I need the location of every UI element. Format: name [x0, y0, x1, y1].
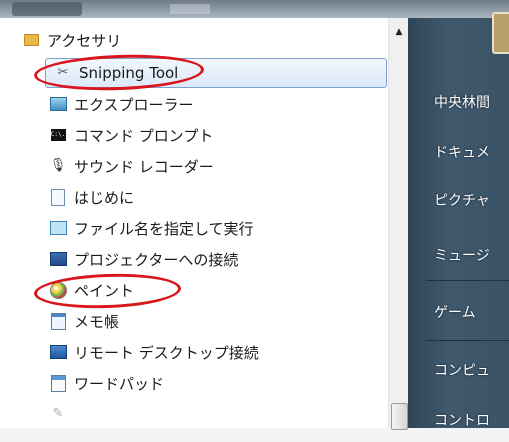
program-label: コマンド プロンプト: [74, 126, 214, 145]
scroll-up-arrow-icon[interactable]: ▲: [389, 24, 409, 40]
program-label: リモート デスクトップ接続: [74, 343, 259, 362]
remote-desktop-icon: [49, 343, 67, 361]
program-label: ワードパッド: [74, 374, 165, 393]
program-label: エクスプローラー: [74, 95, 194, 114]
program-item-remote-desktop[interactable]: リモート デスクトップ接続: [0, 338, 380, 366]
program-item-wordpad[interactable]: ワードパッド: [0, 369, 380, 397]
right-item-label: 中央林間: [434, 95, 490, 111]
right-item-label: コントロ: [434, 413, 490, 429]
right-item-user[interactable]: 中央林間: [408, 80, 509, 124]
user-picture[interactable]: [492, 12, 509, 54]
program-item-explorer[interactable]: エクスプローラー: [0, 90, 380, 118]
all-programs-list: アクセサリ ✂ Snipping Tool エクスプローラー C:\. コマンド…: [0, 18, 409, 428]
blurred-highlight-shape: [170, 4, 210, 14]
cmd-icon: C:\.: [49, 126, 67, 144]
right-item-computer[interactable]: コンピュ: [408, 348, 509, 392]
cmd-icon-text: C:\.: [50, 129, 66, 141]
program-item-partial[interactable]: ✎: [0, 400, 380, 428]
pen-icon: ✎: [52, 406, 64, 421]
microphone-icon: 🎙: [49, 158, 67, 173]
program-item-getting-started[interactable]: はじめに: [0, 183, 380, 211]
right-item-pictures[interactable]: ピクチャ: [408, 178, 509, 222]
program-label: プロジェクターへの接続: [74, 250, 239, 269]
blurred-taskbar-shape: [12, 2, 82, 16]
right-item-label: ドキュメ: [434, 145, 490, 161]
desktop-background-strip: [0, 0, 509, 18]
start-menu-right-pane: 中央林間 ドキュメ ピクチャ ミュージ ゲーム コンピュ コントロ: [408, 12, 509, 429]
scroll-thumb[interactable]: [391, 403, 408, 430]
projector-icon: [49, 250, 67, 268]
right-item-label: ミュージ: [434, 248, 490, 264]
right-pane-separator: [426, 280, 509, 281]
program-label: メモ帳: [74, 312, 120, 331]
explorer-icon: [49, 95, 67, 113]
right-item-label: コンピュ: [434, 363, 490, 379]
right-item-label: ピクチャ: [434, 193, 490, 209]
program-item-sound-recorder[interactable]: 🎙 サウンド レコーダー: [0, 152, 380, 180]
folder-accessories[interactable]: アクセサリ: [0, 26, 380, 54]
wordpad-icon: [49, 374, 67, 392]
program-item-connect-to-projector[interactable]: プロジェクターへの接続: [0, 245, 380, 273]
program-item-notepad[interactable]: メモ帳: [0, 307, 380, 335]
folder-label: アクセサリ: [47, 31, 122, 50]
program-label: サウンド レコーダー: [74, 157, 214, 176]
right-pane-separator: [426, 340, 509, 341]
right-item-music[interactable]: ミュージ: [408, 233, 509, 277]
program-label: はじめに: [74, 188, 135, 207]
right-item-label: ゲーム: [434, 305, 476, 321]
run-icon: [49, 219, 67, 237]
document-icon: [49, 188, 67, 206]
folder-icon: [22, 31, 40, 49]
scrollbar[interactable]: ▲: [388, 18, 409, 430]
right-item-control-panel[interactable]: コントロ: [408, 398, 509, 442]
program-label: ファイル名を指定して実行: [74, 219, 254, 238]
right-item-games[interactable]: ゲーム: [408, 290, 509, 334]
right-item-documents[interactable]: ドキュメ: [408, 130, 509, 174]
program-item-command-prompt[interactable]: C:\. コマンド プロンプト: [0, 121, 380, 149]
notepad-icon: [49, 312, 67, 330]
program-item-run[interactable]: ファイル名を指定して実行: [0, 214, 380, 242]
